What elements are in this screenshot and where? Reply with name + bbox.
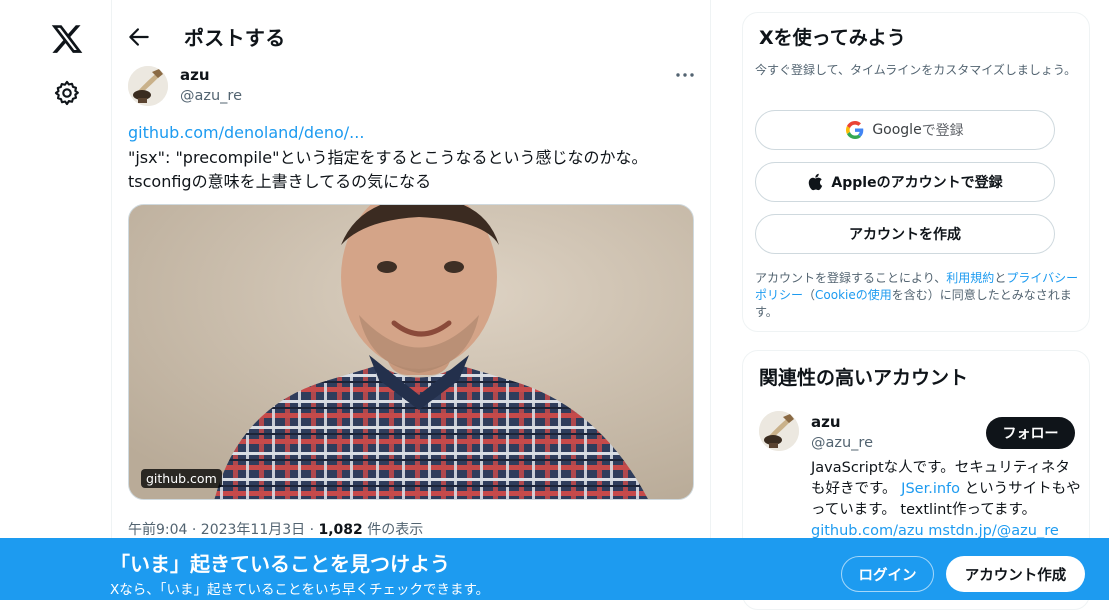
page-title: ポストする <box>184 26 286 50</box>
views-count: 1,082 <box>318 522 363 538</box>
apple-icon <box>809 173 823 191</box>
back-arrow-icon[interactable] <box>126 24 152 50</box>
card-photo <box>129 205 693 499</box>
avatar[interactable] <box>128 66 168 106</box>
bio-link-jserinfo[interactable]: JSer.info <box>901 481 960 497</box>
related-title: 関連性の高いアカウント <box>759 367 969 389</box>
post-text-line: "jsx": "precompile"という指定をするとこうなるという感じなのか… <box>128 148 648 167</box>
terms-prefix: アカウントを登録することにより、 <box>755 271 947 285</box>
author-handle[interactable]: @azu_re <box>180 88 242 104</box>
apple-signup-button[interactable]: Appleのアカウントで登録 <box>755 162 1055 202</box>
terms-and: と <box>994 271 1007 285</box>
post-text-line: tsconfigの意味を上書きしてるの気になる <box>128 171 432 191</box>
create-account-button[interactable]: アカウントを作成 <box>755 214 1055 254</box>
bio-link-mastodon[interactable]: mstdn.jp/@azu_re <box>928 523 1059 539</box>
google-signup-label: Google <box>872 122 922 138</box>
post-meta: 午前9:04 · 2023年11月3日 · 1,082 件の表示 <box>128 519 423 539</box>
signup-panel: Xを使ってみよう 今すぐ登録して、タイムラインをカスタマイズしましょう。 Goo… <box>742 12 1090 332</box>
terms-text: アカウントを登録することにより、利用規約とプライバシーポリシー（Cookieの使… <box>755 270 1085 321</box>
google-signup-suffix: で登録 <box>921 123 964 139</box>
post-link[interactable]: github.com/denoland/deno/... <box>128 123 364 142</box>
author-name[interactable]: azu <box>180 66 210 84</box>
avatar[interactable] <box>759 411 799 451</box>
more-options-icon[interactable] <box>672 64 698 86</box>
login-button[interactable]: ログイン <box>841 556 934 592</box>
bio-link-github[interactable]: github.com/azu <box>811 523 924 539</box>
gear-icon[interactable] <box>53 79 81 107</box>
main-column: ポストする azu @azu_re github.com/denoland/de… <box>112 0 711 600</box>
terms-paren: （ <box>803 288 816 302</box>
right-sidebar: Xを使ってみよう 今すぐ登録して、タイムラインをカスタマイズしましょう。 Goo… <box>742 0 1090 610</box>
related-account-bio: JavaScriptな人です。セキュリティネタも好きです。 JSer.info … <box>811 458 1081 542</box>
signup-button[interactable]: アカウント作成 <box>946 556 1085 592</box>
create-account-label: アカウントを作成 <box>849 227 961 243</box>
google-signup-button[interactable]: Google で登録 <box>755 110 1055 150</box>
apple-signup-label: Appleのアカウントで登録 <box>831 175 1003 191</box>
link-card[interactable]: github.com <box>128 204 694 500</box>
follow-button[interactable]: フォロー <box>986 417 1075 449</box>
signup-title: Xを使ってみよう <box>759 27 906 49</box>
signup-description: 今すぐ登録して、タイムラインをカスタマイズしましょう。 <box>755 63 1077 77</box>
banner-subtitle: Xなら、「いま」起きていることをいち早くチェックできます。 <box>110 582 490 598</box>
related-account-handle[interactable]: @azu_re <box>811 435 873 451</box>
google-icon <box>846 121 864 139</box>
views-label: 件の表示 <box>362 522 424 538</box>
banner-title: 「いま」起きていることを見つけよう <box>110 552 450 576</box>
terms-of-service-link[interactable]: 利用規約 <box>946 271 994 285</box>
card-domain: github.com <box>141 469 222 488</box>
left-nav <box>0 0 112 600</box>
related-account-name[interactable]: azu <box>811 413 841 431</box>
x-logo-icon[interactable] <box>50 22 84 56</box>
post-timestamp[interactable]: 午前9:04 · 2023年11月3日 · <box>128 522 319 538</box>
post-text: "jsx": "precompile"という指定をするとこうなるという感じなのか… <box>128 146 688 193</box>
signup-banner: 「いま」起きていることを見つけよう Xなら、「いま」起きていることをいち早くチェ… <box>0 538 1109 600</box>
cookie-use-link[interactable]: Cookieの使用 <box>815 288 892 302</box>
